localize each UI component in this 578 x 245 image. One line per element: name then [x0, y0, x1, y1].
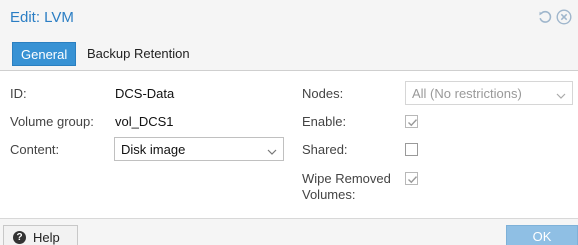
checkmark-icon	[408, 119, 418, 127]
nodes-select-value: All (No restrictions)	[412, 86, 522, 101]
tab-bar: General Backup Retention	[0, 36, 578, 71]
wipe-removed-volumes-label-line1: Wipe Removed	[302, 171, 391, 186]
edit-form: ID: DCS-Data Volume group: vol_DCS1 Cont…	[0, 72, 578, 218]
shared-label: Shared:	[302, 142, 348, 157]
enable-label: Enable:	[302, 114, 347, 129]
help-button[interactable]: ? Help	[3, 225, 78, 245]
nodes-select[interactable]: All (No restrictions)	[405, 81, 573, 105]
question-icon: ?	[13, 231, 26, 244]
tab-backup-retention[interactable]: Backup Retention	[79, 42, 198, 66]
wipe-removed-volumes-label-line2: Volumes:	[302, 187, 356, 202]
wipe-removed-volumes-checkbox[interactable]	[405, 172, 418, 185]
dialog-footer: ? Help OK	[0, 218, 578, 245]
content-select[interactable]: Disk image	[114, 137, 284, 161]
shared-checkbox[interactable]	[405, 143, 418, 156]
window-titlebar: Edit: LVM	[0, 0, 578, 36]
volume-group-value: vol_DCS1	[115, 114, 174, 129]
checkmark-icon	[408, 176, 418, 184]
close-icon[interactable]	[556, 9, 572, 25]
content-label: Content:	[10, 142, 60, 157]
help-button-label: Help	[33, 230, 60, 245]
chevron-down-icon	[556, 89, 566, 99]
reset-icon[interactable]	[537, 9, 553, 25]
tab-general[interactable]: General	[12, 42, 77, 66]
volume-group-label: Volume group:	[10, 114, 94, 129]
content-select-value: Disk image	[121, 142, 186, 157]
nodes-label: Nodes:	[302, 86, 344, 101]
id-value: DCS-Data	[115, 86, 175, 101]
ok-button[interactable]: OK	[506, 225, 578, 245]
enable-checkbox[interactable]	[405, 115, 418, 128]
chevron-down-icon	[267, 145, 277, 155]
window-title: Edit: LVM	[10, 9, 74, 26]
id-label: ID:	[10, 86, 27, 101]
